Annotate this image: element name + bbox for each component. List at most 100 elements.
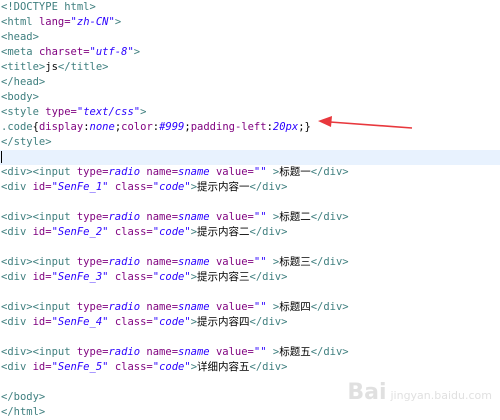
code-token: "code" [152,361,191,373]
code-token: "" [253,256,267,268]
code-line-current[interactable] [0,150,500,165]
code-token: type= [76,301,109,313]
code-token: <div><input [1,166,77,178]
code-token: </div> [310,346,349,358]
code-token: </div> [310,301,349,313]
code-token: <div [1,361,33,373]
code-token: 标题三 [279,256,311,268]
code-line[interactable]: </head> [0,75,500,90]
code-line[interactable] [0,195,500,210]
code-token: "code" [152,316,191,328]
code-token: > [133,46,141,58]
watermark-text: jingyan.baidu.com [390,389,492,402]
code-token: <title> [1,61,46,73]
code-token: name= [146,211,179,223]
code-line[interactable]: .code{display:none;color:#999;padding-le… [0,120,500,135]
code-token: class= [114,181,153,193]
code-token: "SenFe_3" [51,271,109,283]
code-line[interactable]: <div id="SenFe_5" class="code">详细内容五</di… [0,360,500,375]
code-token: "" [253,211,267,223]
code-token: value= [215,166,254,178]
code-token: type= [76,166,109,178]
code-token: id= [32,361,52,373]
code-token: </div> [310,166,349,178]
code-token: .code [1,121,33,133]
code-token: <div><input [1,211,77,223]
code-line[interactable]: <div id="SenFe_4" class="code">提示内容四</di… [0,315,500,330]
code-token: radio [108,256,141,268]
code-line[interactable]: <meta charset="utf-8"> [0,45,500,60]
code-token: "zh-CN" [70,16,115,28]
code-token: 提示内容二 [197,226,250,238]
code-line[interactable]: <div id="SenFe_1" class="code">提示内容一</di… [0,180,500,195]
code-token: 提示内容三 [197,271,250,283]
code-token: radio [108,211,141,223]
code-token: <div [1,226,33,238]
code-line[interactable]: <body> [0,90,500,105]
code-line[interactable]: <div><input type=radio name=sname value=… [0,255,500,270]
code-token: class= [114,226,153,238]
code-token: "SenFe_1" [51,181,109,193]
code-token: </div> [310,211,349,223]
code-token: > [266,346,280,358]
code-token: "SenFe_2" [51,226,109,238]
code-token: id= [32,226,52,238]
code-token: color [121,121,153,133]
code-token: type= [76,211,109,223]
code-line[interactable]: <div><input type=radio name=sname value=… [0,165,500,180]
code-token: "utf-8" [89,46,134,58]
code-token: > [266,211,280,223]
code-token: value= [215,346,254,358]
code-line[interactable]: <html lang="zh-CN"> [0,15,500,30]
code-token: 标题一 [279,166,311,178]
code-token: sname [178,211,210,223]
code-token: <div [1,316,33,328]
code-token: sname [178,166,210,178]
code-token: name= [146,166,179,178]
code-token: sname [178,301,210,313]
code-token: <head> [1,31,39,43]
code-token: "SenFe_4" [51,316,109,328]
code-token: "SenFe_5" [51,361,109,373]
code-token: name= [146,301,179,313]
code-line[interactable] [0,240,500,255]
code-line[interactable]: <title>js</title> [0,60,500,75]
code-line[interactable] [0,330,500,345]
code-token: 标题二 [279,211,311,223]
code-line[interactable]: <head> [0,30,500,45]
code-token: sname [178,346,210,358]
code-token: > [266,256,280,268]
code-token: </html> [1,406,46,418]
code-line[interactable]: <div id="SenFe_3" class="code">提示内容三</di… [0,270,500,285]
code-line[interactable]: <!DOCTYPE html> [0,0,500,15]
watermark: Bai jingyan.baidu.com [347,380,492,405]
code-token: class= [114,361,153,373]
code-token: id= [32,181,52,193]
code-token: <style [1,106,46,118]
code-token: value= [215,256,254,268]
code-token: <!DOCTYPE html> [1,1,96,13]
code-token: 提示内容四 [197,316,250,328]
text-caret [1,151,2,163]
code-editor[interactable]: <!DOCTYPE html> <html lang="zh-CN"> <head>… [0,0,500,418]
code-token: name= [146,256,179,268]
code-token: 提示内容一 [197,181,250,193]
code-line[interactable]: </style> [0,135,500,150]
code-line[interactable]: <div><input type=radio name=sname value=… [0,210,500,225]
code-token: </div> [249,361,288,373]
code-token: <meta [1,46,39,58]
code-token: "code" [152,271,191,283]
code-line[interactable]: <style type="text/css"> [0,105,500,120]
code-line[interactable]: <div><input type=radio name=sname value=… [0,345,500,360]
code-token: </div> [249,226,288,238]
code-token: > [266,166,280,178]
code-token: value= [215,211,254,223]
code-line[interactable]: </html> [0,405,500,420]
code-line[interactable]: <div id="SenFe_2" class="code">提示内容二</di… [0,225,500,240]
code-token: </head> [1,76,46,88]
code-token: "" [253,166,267,178]
code-token: </body> [1,391,46,403]
code-token: "code" [152,226,191,238]
code-line[interactable]: <div><input type=radio name=sname value=… [0,300,500,315]
code-line[interactable] [0,285,500,300]
